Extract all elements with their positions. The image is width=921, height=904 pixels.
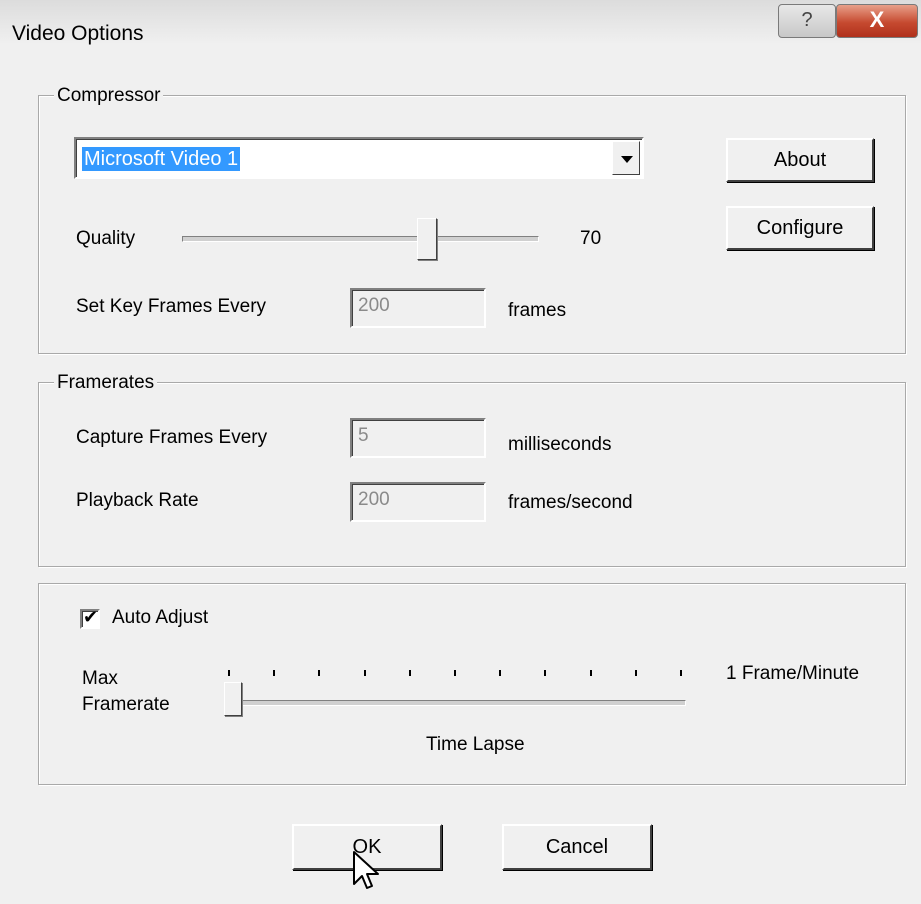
capture-label: Capture Frames Every [76,427,268,448]
timelapse-tick [273,670,276,676]
codec-select[interactable]: Microsoft Video 1 [74,137,644,179]
title-bar: Video Options ? X [0,0,921,74]
framerates-group-label: Framerates [54,372,158,394]
timelapse-slider-track[interactable] [226,700,686,706]
capture-input[interactable]: 5 [350,418,486,458]
max-framerate-label-line1: Max [82,668,118,689]
compressor-group-label: Compressor [54,85,164,107]
timelapse-tick [408,670,411,676]
close-button[interactable]: X [836,4,918,38]
codec-selected-value: Microsoft Video 1 [82,147,241,171]
keyframe-input[interactable]: 200 [350,288,486,328]
playback-unit: frames/second [508,492,633,513]
timelapse-tick [318,670,321,676]
cancel-button[interactable]: Cancel [502,824,652,870]
timelapse-tick [363,670,366,676]
timelapse-tick [454,670,456,676]
quality-label: Quality [76,228,136,249]
timelapse-tick [680,670,682,676]
auto-adjust-checkbox[interactable] [80,607,100,629]
min-framerate-label: 1 Frame/Minute [726,663,860,684]
dialog-title: Video Options [12,22,144,45]
keyframe-label: Set Key Frames Every [76,296,267,317]
framerates-group [38,382,906,567]
max-framerate-label-line2: Framerate [82,694,170,715]
quality-value: 70 [580,228,602,249]
configure-button[interactable]: Configure [726,206,874,250]
timelapse-tick [499,670,502,676]
timelapse-tick [589,670,592,676]
capture-unit: milliseconds [508,434,612,455]
quality-slider-thumb[interactable] [416,218,437,260]
dropdown-arrow-icon[interactable] [612,141,640,175]
timelapse-caption: Time Lapse [426,734,525,755]
auto-adjust-label[interactable]: Auto Adjust [112,607,208,629]
timelapse-tick [634,670,637,676]
mouse-pointer-icon [353,851,379,889]
playback-input[interactable]: 200 [350,482,486,522]
help-button[interactable]: ? [778,4,836,38]
timelapse-slider-thumb[interactable] [224,682,242,716]
timelapse-tick [228,670,230,676]
playback-label: Playback Rate [76,490,199,511]
quality-slider-track[interactable] [182,236,539,242]
about-button[interactable]: About [726,138,874,182]
keyframe-unit: frames [508,300,567,321]
timelapse-tick [544,670,547,676]
